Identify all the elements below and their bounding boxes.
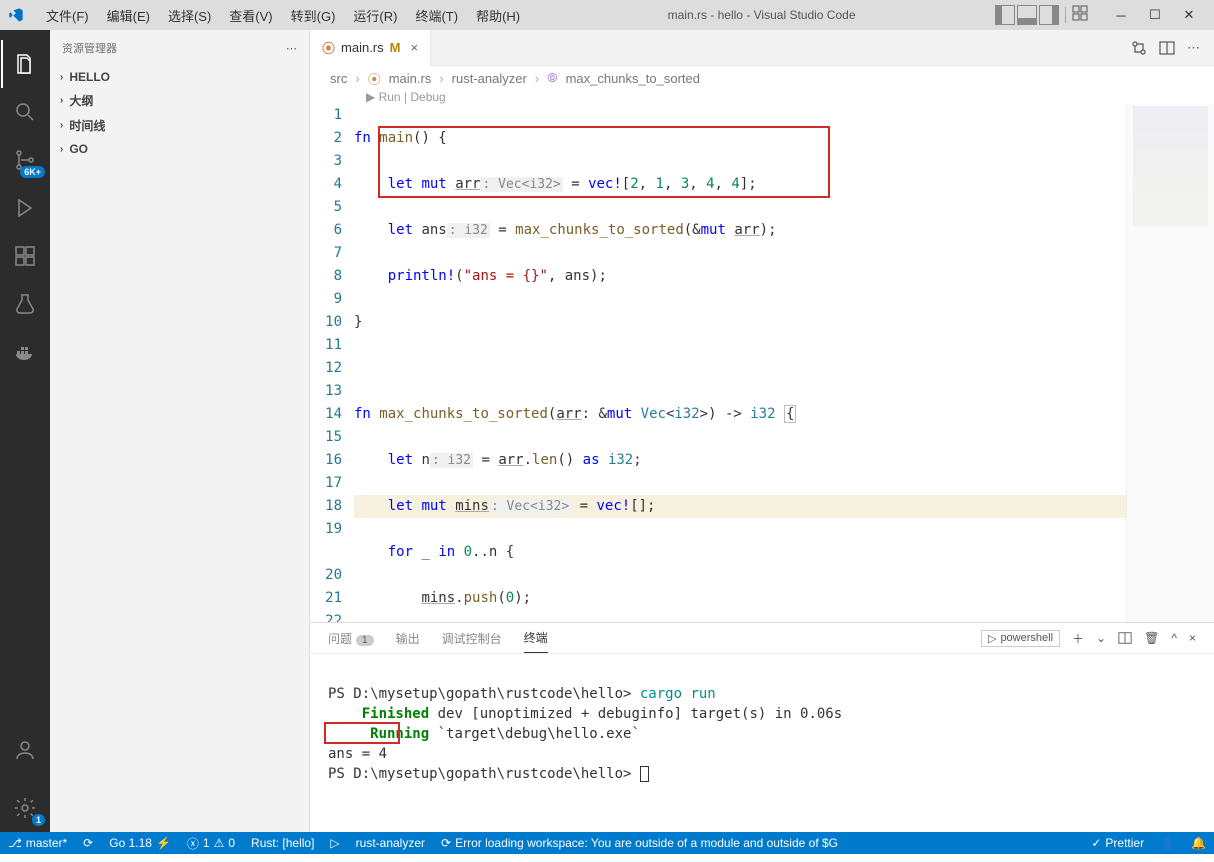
status-go-version[interactable]: Go 1.18 ⚡ (101, 836, 179, 850)
sidebar-section-outline[interactable]: › 大纲 (50, 88, 309, 113)
sidebar-label: 时间线 (69, 117, 105, 134)
search-icon[interactable] (1, 88, 49, 136)
status-live-share-icon[interactable]: 👤 (1152, 836, 1183, 850)
sidebar-label: 大纲 (69, 92, 93, 109)
breadcrumb-item[interactable]: max_chunks_to_sorted (566, 71, 700, 86)
editor-tabs: ⦿ main.rs M × ⋯ (310, 30, 1214, 66)
status-rust-analyzer[interactable]: rust-analyzer (348, 836, 433, 850)
more-actions-icon[interactable]: ⋯ (1187, 40, 1200, 56)
panel-tab-debug-console[interactable]: 调试控制台 (442, 624, 502, 653)
tab-modified-indicator: M (390, 40, 401, 55)
menu-run[interactable]: 运行(R) (345, 2, 405, 29)
docker-icon[interactable] (1, 328, 49, 376)
menu-help[interactable]: 帮助(H) (468, 2, 528, 29)
sidebar-title: 资源管理器 (62, 40, 117, 56)
menu-bar: 文件(F) 编辑(E) 选择(S) 查看(V) 转到(G) 运行(R) 终端(T… (38, 2, 528, 29)
rust-file-icon: ⦿ (368, 69, 381, 88)
terminal-cursor (640, 766, 649, 782)
menu-go[interactable]: 转到(G) (283, 2, 344, 29)
sidebar-section-go[interactable]: › GO (50, 138, 309, 160)
window-title: main.rs - hello - Visual Studio Code (528, 8, 995, 22)
sidebar-section-hello[interactable]: › HELLO (50, 66, 309, 88)
menu-edit[interactable]: 编辑(E) (99, 2, 158, 29)
status-rust[interactable]: Rust: [hello] (243, 836, 322, 850)
explorer-sidebar: 资源管理器 ⋯ › HELLO › 大纲 › 时间线 › GO (50, 30, 310, 832)
panel-tab-problems[interactable]: 问题1 (328, 624, 374, 653)
customize-layout-icon[interactable] (1072, 5, 1092, 25)
sidebar-section-timeline[interactable]: › 时间线 (50, 113, 309, 138)
menu-selection[interactable]: 选择(S) (160, 2, 219, 29)
bottom-panel: 问题1 输出 调试控制台 终端 ▷ powershell ＋ ⌄ 🗑 ^ × P… (310, 622, 1214, 832)
sidebar-more-icon[interactable]: ⋯ (286, 42, 297, 55)
vscode-logo-icon (8, 6, 26, 24)
settings-badge: 1 (32, 814, 45, 826)
toggle-primary-sidebar-icon[interactable] (995, 5, 1015, 25)
source-control-icon[interactable]: 6K+ (1, 136, 49, 184)
panel-tab-output[interactable]: 输出 (396, 624, 420, 653)
extensions-icon[interactable] (1, 232, 49, 280)
toggle-secondary-sidebar-icon[interactable] (1039, 5, 1059, 25)
maximize-panel-icon[interactable]: ^ (1171, 631, 1177, 645)
status-prettier[interactable]: ✓ Prettier (1083, 836, 1152, 850)
breadcrumbs[interactable]: src› ⦿ main.rs› rust-analyzer› ⦾ max_chu… (310, 66, 1214, 90)
split-terminal-icon[interactable] (1118, 631, 1132, 645)
code-lens-run-debug[interactable]: ▶ Run | Debug (310, 90, 1214, 104)
menu-terminal[interactable]: 终端(T) (407, 2, 466, 29)
terminal-shell-selector[interactable]: ▷ powershell (981, 630, 1060, 647)
rust-file-icon: ⦿ (322, 38, 335, 57)
editor-area: ⦿ main.rs M × ⋯ src› ⦿ main.rs› rust-ana… (310, 30, 1214, 832)
status-problems[interactable]: ⓧ 1 ⚠ 0 (179, 835, 243, 852)
status-error-message[interactable]: ⟳ Error loading workspace: You are outsi… (433, 836, 846, 850)
status-play-icon[interactable]: ▷ (322, 836, 347, 850)
function-icon: ⦾ (547, 70, 557, 86)
compare-changes-icon[interactable] (1131, 40, 1147, 56)
minimize-button[interactable]: ─ (1104, 0, 1138, 30)
settings-gear-icon[interactable]: 1 (1, 784, 49, 832)
chevron-right-icon: › (60, 95, 63, 106)
tab-close-icon[interactable]: × (410, 40, 418, 55)
accounts-icon[interactable] (1, 726, 49, 774)
scm-badge: 6K+ (20, 166, 45, 178)
terminal-ans-line: ans = 4 (328, 746, 387, 762)
problems-count-badge: 1 (356, 635, 374, 646)
split-editor-icon[interactable] (1159, 40, 1175, 56)
maximize-button[interactable]: ☐ (1138, 0, 1172, 30)
chevron-right-icon: › (60, 120, 63, 131)
minimap[interactable] (1126, 104, 1214, 622)
tab-filename: main.rs (341, 40, 384, 55)
menu-file[interactable]: 文件(F) (38, 2, 97, 29)
status-notifications-icon[interactable]: 🔔 (1183, 836, 1214, 850)
status-bar: ⎇ master* ⟳ Go 1.18 ⚡ ⓧ 1 ⚠ 0 Rust: [hel… (0, 832, 1214, 854)
code-editor[interactable]: fn main() { let mut arr: Vec<i32> = vec!… (354, 104, 1126, 622)
breadcrumb-item[interactable]: src (330, 71, 347, 86)
testing-icon[interactable] (1, 280, 49, 328)
breadcrumb-item[interactable]: main.rs (389, 71, 432, 86)
run-debug-icon[interactable] (1, 184, 49, 232)
menu-view[interactable]: 查看(V) (221, 2, 280, 29)
sidebar-label: GO (69, 142, 88, 156)
line-numbers: 12345678910111213141516171819202122 (310, 104, 354, 622)
status-sync-icon[interactable]: ⟳ (75, 836, 101, 850)
new-terminal-icon[interactable]: ＋ (1072, 630, 1084, 647)
terminal-output[interactable]: PS D:\mysetup\gopath\rustcode\hello> car… (310, 654, 1214, 834)
breadcrumb-item[interactable]: rust-analyzer (452, 71, 527, 86)
status-branch[interactable]: ⎇ master* (0, 836, 75, 850)
tab-main-rs[interactable]: ⦿ main.rs M × (310, 30, 431, 66)
terminal-dropdown-icon[interactable]: ⌄ (1096, 631, 1106, 645)
kill-terminal-icon[interactable]: 🗑 (1144, 631, 1159, 645)
close-panel-icon[interactable]: × (1189, 631, 1196, 645)
title-bar: 文件(F) 编辑(E) 选择(S) 查看(V) 转到(G) 运行(R) 终端(T… (0, 0, 1214, 30)
explorer-icon[interactable] (1, 40, 49, 88)
activity-bar: 6K+ 1 (0, 30, 50, 832)
layout-controls (995, 5, 1092, 25)
close-button[interactable]: ✕ (1172, 0, 1206, 30)
chevron-right-icon: › (60, 72, 63, 83)
toggle-panel-icon[interactable] (1017, 5, 1037, 25)
chevron-right-icon: › (60, 144, 63, 155)
panel-tab-terminal[interactable]: 终端 (524, 623, 548, 653)
sidebar-label: HELLO (69, 70, 110, 84)
